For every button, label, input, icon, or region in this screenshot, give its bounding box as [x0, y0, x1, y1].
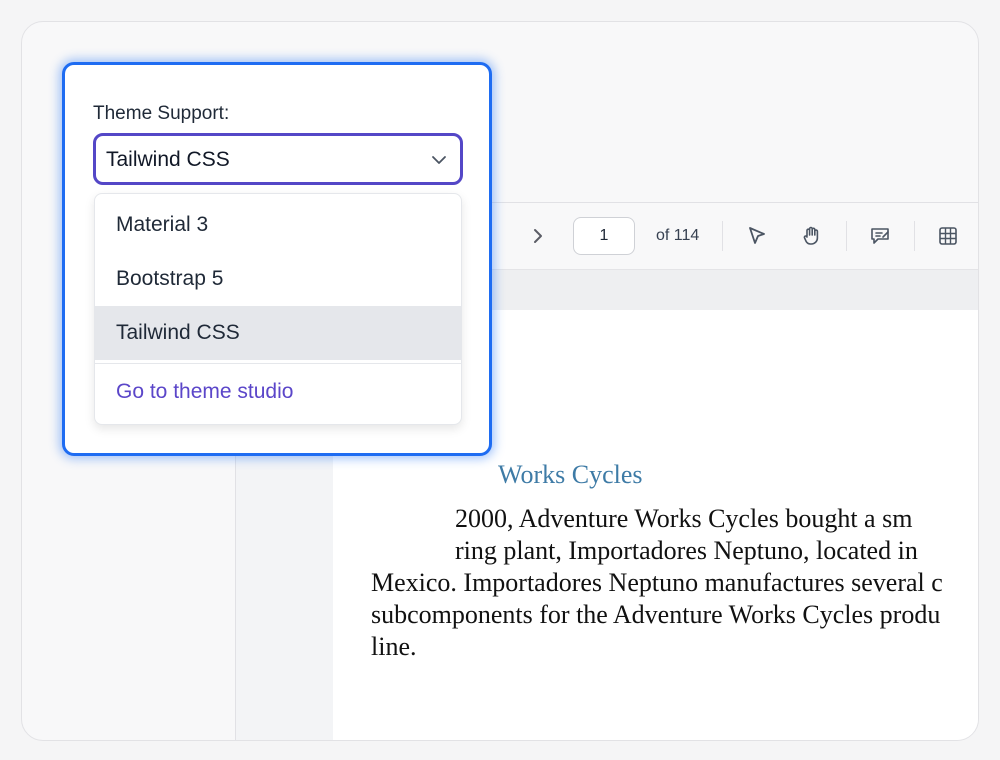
- theme-option-tailwind-css[interactable]: Tailwind CSS: [95, 306, 461, 360]
- document-line: ring plant, Importadores Neptuno, locate…: [455, 536, 918, 565]
- page-total-label: of 114: [656, 227, 700, 244]
- document-line: 2000, Adventure Works Cycles bought a sm: [455, 504, 913, 533]
- theme-dropdown-menu: Material 3 Bootstrap 5 Tailwind CSS Go t…: [94, 193, 462, 425]
- chevron-right-icon[interactable]: [530, 227, 546, 245]
- grid-icon[interactable]: [936, 224, 960, 248]
- document-heading: Works Cycles: [498, 460, 643, 489]
- document-body: 2000, Adventure Works Cycles bought a sm…: [371, 503, 978, 663]
- page-number-input[interactable]: [573, 217, 635, 255]
- document-line: subcomponents for the Adventure Works Cy…: [371, 600, 941, 629]
- annotate-icon[interactable]: [868, 224, 892, 248]
- theme-select-value: Tailwind CSS: [106, 148, 230, 171]
- document-line: line.: [371, 632, 417, 661]
- toolbar-divider: [846, 221, 847, 251]
- menu-divider: [95, 363, 461, 364]
- theme-studio-link[interactable]: Go to theme studio: [116, 380, 293, 404]
- theme-option-bootstrap-5[interactable]: Bootstrap 5: [95, 252, 461, 306]
- theme-support-label: Theme Support:: [93, 103, 230, 124]
- document-line: Mexico. Importadores Neptuno manufacture…: [371, 568, 943, 597]
- theme-select[interactable]: Tailwind CSS: [93, 133, 463, 185]
- toolbar-divider: [914, 221, 915, 251]
- chevron-down-icon: [430, 151, 448, 169]
- pointer-select-icon[interactable]: [745, 224, 769, 248]
- theme-support-popup: Theme Support: Tailwind CSS Material 3 B…: [62, 62, 492, 456]
- theme-option-material-3[interactable]: Material 3: [95, 198, 461, 252]
- hand-pan-icon[interactable]: [800, 224, 824, 248]
- toolbar-divider: [722, 221, 723, 251]
